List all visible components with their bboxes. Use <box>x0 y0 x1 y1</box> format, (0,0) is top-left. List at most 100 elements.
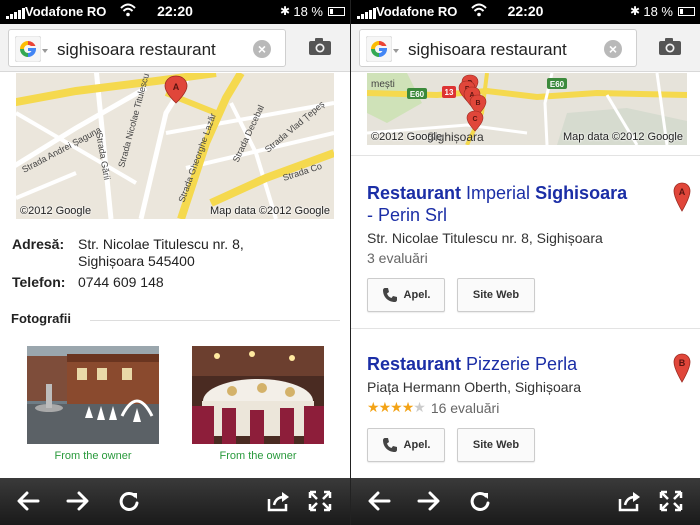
reviews-link[interactable]: ★★★★★ 16 evaluări <box>367 399 687 416</box>
map-copyright: ©2012 Google <box>371 131 443 143</box>
star-icon: ★ <box>401 399 415 415</box>
battery-percent: 18 % <box>643 4 673 19</box>
website-button[interactable]: Site Web <box>457 278 535 312</box>
share-icon[interactable] <box>617 490 641 512</box>
star-empty-icon: ★ <box>413 399 426 415</box>
left-screen: Vodafone RO 22:20 ✱ 18 % sighisoara rest… <box>0 0 350 525</box>
result-title-part: Imperial <box>461 183 536 203</box>
search-header: sighisoara restaurant × <box>351 24 700 72</box>
search-box[interactable]: sighisoara restaurant × <box>8 29 286 67</box>
share-icon[interactable] <box>266 490 290 512</box>
search-input[interactable]: sighisoara restaurant <box>57 40 216 60</box>
map-marker-letter: B <box>475 100 480 107</box>
address-line: Sighișoara 545400 <box>78 253 195 269</box>
status-bar: Vodafone RO 22:20 ✱ 18 % <box>0 0 350 24</box>
camera-icon[interactable] <box>658 38 682 56</box>
reviews-count: 16 evaluări <box>430 399 500 416</box>
result-title-part: Sighisoara <box>535 183 628 203</box>
address-value[interactable]: Str. Nicolae Titulescu nr. 8, Sighișoara… <box>78 236 244 270</box>
result-title-part: Restaurant <box>367 183 462 203</box>
divider <box>90 320 340 321</box>
map-place-label: mești <box>371 79 395 90</box>
fullscreen-icon[interactable] <box>659 490 683 512</box>
search-input[interactable]: sighisoara restaurant <box>408 40 567 60</box>
star-icon: ★ <box>378 399 392 415</box>
result-address: Str. Nicolae Titulescu nr. 8, Sighișoara <box>367 230 603 246</box>
result-title-part: Pizzerie Perla <box>461 354 578 374</box>
forward-arrow-icon[interactable] <box>66 490 90 512</box>
chevron-down-icon <box>393 49 399 53</box>
reload-icon[interactable] <box>117 490 141 512</box>
back-arrow-icon[interactable] <box>16 490 40 512</box>
bluetooth-icon: ✱ <box>279 4 290 18</box>
result-title-link[interactable]: Restaurant Imperial Sighisoara - Perin S… <box>367 182 687 226</box>
chevron-down-icon <box>42 49 48 53</box>
battery-percent: 18 % <box>293 4 323 19</box>
result-actions: Apel. Site Web <box>367 278 687 312</box>
reload-icon[interactable] <box>468 490 492 512</box>
website-button-label: Site Web <box>472 439 520 451</box>
star-rating: ★★★★★ <box>367 399 426 416</box>
forward-arrow-icon[interactable] <box>417 490 441 512</box>
address-row: Adresă: Str. Nicolae Titulescu nr. 8, Si… <box>12 236 342 270</box>
call-button[interactable]: Apel. <box>367 428 445 462</box>
result-marker-letter: B <box>679 358 686 368</box>
call-button-label: Apel. <box>403 289 431 301</box>
photos-heading: Fotografii <box>11 311 71 326</box>
result-title-part: Restaurant <box>367 354 462 374</box>
status-bar: Vodafone RO 22:20 ✱ 18 % <box>351 0 700 24</box>
map-graphic: Strada Gării Strada Nicolae Titulescu St… <box>16 73 334 219</box>
address-line: Str. Nicolae Titulescu nr. 8, <box>78 236 244 252</box>
website-button[interactable]: Site Web <box>457 428 535 462</box>
photo-thumbnail[interactable] <box>192 346 324 444</box>
search-box[interactable]: sighisoara restaurant × <box>359 29 637 67</box>
map-view[interactable]: Strada Gării Strada Nicolae Titulescu St… <box>16 73 334 219</box>
map-view[interactable]: mești E60 13 E60 D F A B <box>367 73 687 145</box>
photo-thumbnail[interactable] <box>27 346 159 444</box>
bluetooth-icon: ✱ <box>629 4 640 18</box>
road-shield-label: 13 <box>445 88 454 97</box>
battery-icon <box>328 7 345 16</box>
reviews-count: 3 evaluări <box>367 250 428 266</box>
phone-icon <box>382 438 397 452</box>
map-copyright: ©2012 Google <box>20 205 92 217</box>
map-marker-icon[interactable]: B <box>673 353 691 383</box>
call-button-label: Apel. <box>403 439 431 451</box>
browser-toolbar <box>0 478 350 525</box>
svg-text:A: A <box>173 82 180 92</box>
phone-label: Telefon: <box>12 274 66 290</box>
battery-icon <box>678 7 695 16</box>
phone-number-link[interactable]: 0744 609 148 <box>78 274 164 291</box>
result-title-part: - Perin Srl <box>367 205 448 225</box>
map-marker-letter: C <box>472 116 477 123</box>
photo-caption: From the owner <box>219 450 297 462</box>
map-marker-icon[interactable]: A <box>673 182 691 212</box>
place-details: Adresă: Str. Nicolae Titulescu nr. 8, Si… <box>12 236 342 295</box>
result-marker-letter: A <box>679 187 686 197</box>
result-address: Piața Hermann Oberth, Sighișoara <box>367 379 581 395</box>
reviews-link[interactable]: 3 evaluări <box>367 250 687 266</box>
star-icon: ★ <box>367 399 380 415</box>
address-label: Adresă: <box>12 236 65 252</box>
google-logo-icon[interactable] <box>366 36 392 62</box>
right-screen: Vodafone RO 22:20 ✱ 18 % sighisoara rest… <box>350 0 700 525</box>
photo-caption: From the owner <box>54 450 132 462</box>
road-shield-label: E60 <box>410 90 425 99</box>
back-arrow-icon[interactable] <box>367 490 391 512</box>
divider <box>351 155 700 156</box>
result-actions: Apel. Site Web <box>367 428 687 462</box>
result-title-link[interactable]: Restaurant Pizzerie Perla <box>367 353 687 375</box>
phone-row: Telefon: 0744 609 148 <box>12 274 342 291</box>
divider <box>351 328 700 329</box>
phone-icon <box>382 288 397 302</box>
call-button[interactable]: Apel. <box>367 278 445 312</box>
camera-icon[interactable] <box>308 38 332 56</box>
clear-x-icon[interactable]: × <box>604 40 622 58</box>
star-icon: ★ <box>390 399 403 415</box>
fullscreen-icon[interactable] <box>308 490 332 512</box>
website-button-label: Site Web <box>472 289 520 301</box>
search-result: Restaurant Pizzerie Perla B Piața Herman… <box>367 353 691 462</box>
search-result: Restaurant Imperial Sighisoara - Perin S… <box>367 182 691 312</box>
clear-x-icon[interactable]: × <box>253 40 271 58</box>
google-logo-icon[interactable] <box>15 36 41 62</box>
